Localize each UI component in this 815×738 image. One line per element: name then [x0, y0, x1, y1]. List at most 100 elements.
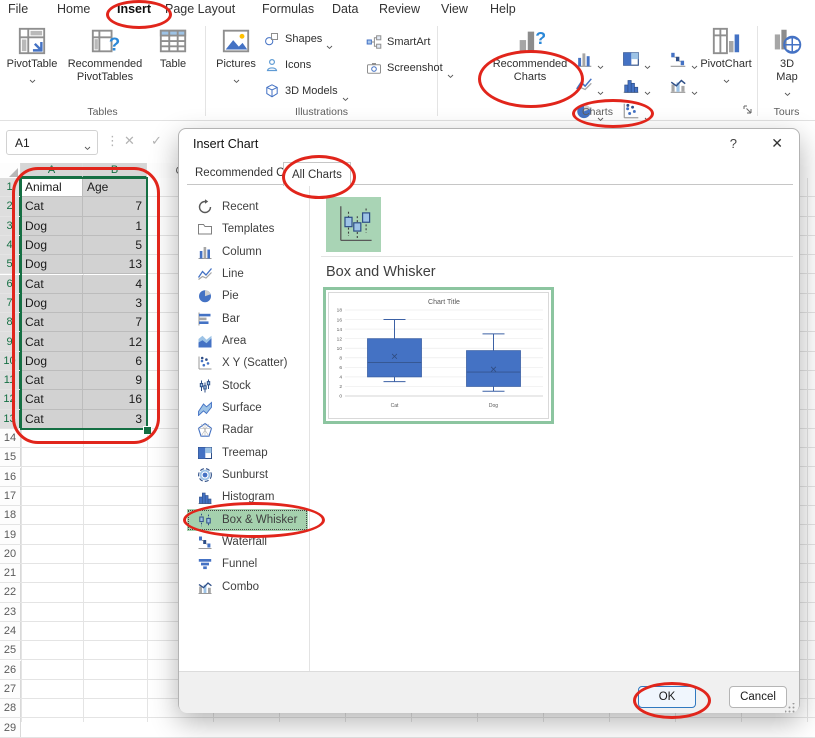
table-button[interactable]: Table: [150, 26, 196, 71]
ribbon-tab-formulas[interactable]: Formulas: [262, 2, 314, 16]
row-header-24[interactable]: 24: [0, 622, 21, 640]
cell-A3[interactable]: Dog: [21, 217, 83, 236]
chart-type-bar[interactable]: Bar: [187, 308, 308, 330]
row-header-23[interactable]: 23: [0, 603, 21, 621]
cell-B9[interactable]: 12: [83, 332, 147, 351]
row-header-15[interactable]: 15: [0, 448, 21, 466]
chart-type-templates[interactable]: Templates: [187, 218, 308, 240]
row-header-3[interactable]: 3: [0, 217, 21, 235]
row-header-10[interactable]: 10: [0, 352, 21, 370]
cell-A7[interactable]: Dog: [21, 294, 83, 313]
row-header-11[interactable]: 11: [0, 371, 21, 389]
tab-all-charts[interactable]: All Charts: [283, 162, 351, 186]
formula-cancel-icon[interactable]: ✕: [124, 133, 135, 149]
ribbon-tab-file[interactable]: File: [8, 2, 28, 16]
shapes-button[interactable]: Shapes: [264, 29, 333, 49]
row-header-26[interactable]: 26: [0, 661, 21, 679]
insert-line-chart-button[interactable]: [575, 76, 604, 94]
3d-models-button[interactable]: 3D Models: [264, 81, 349, 101]
pivottable-button[interactable]: PivotTable: [6, 26, 58, 76]
ribbon-tab-home[interactable]: Home: [57, 2, 90, 16]
pictures-button[interactable]: Pictures: [212, 26, 260, 76]
row-header-13[interactable]: 13: [0, 410, 21, 428]
row-header-22[interactable]: 22: [0, 583, 21, 601]
chart-type-waterfall[interactable]: Waterfall: [187, 531, 308, 553]
chart-preview[interactable]: Chart Title024681012141618CatDog: [323, 287, 554, 424]
3d-map-button[interactable]: 3D Map: [762, 26, 812, 89]
row-header-14[interactable]: 14: [0, 429, 21, 447]
chart-type-combo[interactable]: Combo: [187, 576, 308, 598]
row-header-17[interactable]: 17: [0, 487, 21, 505]
row-header-28[interactable]: 28: [0, 699, 21, 717]
cell-B12[interactable]: 16: [83, 390, 147, 409]
row-header-25[interactable]: 25: [0, 641, 21, 659]
cell-B4[interactable]: 5: [83, 236, 147, 255]
row-header-7[interactable]: 7: [0, 294, 21, 312]
cell-A2[interactable]: Cat: [21, 197, 83, 216]
cell-A10[interactable]: Dog: [21, 352, 83, 371]
ok-button[interactable]: OK: [638, 686, 696, 708]
cell-B11[interactable]: 9: [83, 371, 147, 390]
ribbon-tab-insert[interactable]: Insert: [117, 2, 151, 16]
dialog-close-icon[interactable]: ✕: [771, 135, 783, 152]
chart-type-recent[interactable]: Recent: [187, 196, 308, 218]
cell-B2[interactable]: 7: [83, 197, 147, 216]
ribbon-tab-view[interactable]: View: [441, 2, 468, 16]
row-header-9[interactable]: 9: [0, 332, 21, 350]
cancel-button[interactable]: Cancel: [729, 686, 787, 708]
insert-combo-chart-button[interactable]: [669, 76, 698, 94]
row-header-4[interactable]: 4: [0, 236, 21, 254]
chart-type-histogram[interactable]: Histogram: [187, 486, 308, 508]
row-header-6[interactable]: 6: [0, 275, 21, 293]
chart-type-surface[interactable]: Surface: [187, 397, 308, 419]
row-header-27[interactable]: 27: [0, 680, 21, 698]
chart-type-radar[interactable]: Radar: [187, 419, 308, 441]
cell-B7[interactable]: 3: [83, 294, 147, 313]
cell-A6[interactable]: Cat: [21, 275, 83, 294]
insert-statistic-chart-button[interactable]: [622, 76, 651, 94]
insert-waterfall-chart-button[interactable]: [669, 50, 698, 68]
fill-handle[interactable]: [143, 426, 152, 435]
row-header-12[interactable]: 12: [0, 390, 21, 408]
screenshot-button[interactable]: Screenshot: [366, 58, 454, 78]
row-header-2[interactable]: 2: [0, 197, 21, 215]
ribbon-tab-page-layout[interactable]: Page Layout: [165, 2, 235, 16]
icons-button[interactable]: Icons: [264, 55, 315, 75]
cell-A8[interactable]: Cat: [21, 313, 83, 332]
recommended-charts-button[interactable]: ? Recommended Charts: [487, 26, 573, 84]
pivotchart-button[interactable]: PivotChart: [698, 26, 754, 76]
chart-type-line[interactable]: Line: [187, 263, 308, 285]
chart-type-stock[interactable]: Stock: [187, 375, 308, 397]
dialog-help-icon[interactable]: ?: [730, 136, 737, 151]
chart-type-pie[interactable]: Pie: [187, 285, 308, 307]
ribbon-tab-review[interactable]: Review: [379, 2, 420, 16]
row-header-8[interactable]: 8: [0, 313, 21, 331]
formula-bar-more-icon[interactable]: ⋮: [106, 133, 119, 149]
row-header-5[interactable]: 5: [0, 255, 21, 273]
cell-A12[interactable]: Cat: [21, 390, 83, 409]
name-box[interactable]: A1: [6, 130, 98, 155]
cell-B8[interactable]: 7: [83, 313, 147, 332]
recommended-pivottables-button[interactable]: ? Recommended PivotTables: [60, 26, 150, 84]
insert-column-chart-button[interactable]: [575, 50, 604, 68]
cell-B13[interactable]: 3: [83, 410, 147, 429]
row-header-19[interactable]: 19: [0, 525, 21, 543]
smartart-button[interactable]: SmartArt: [366, 32, 434, 52]
cell-B1[interactable]: Age: [83, 178, 147, 197]
cell-A13[interactable]: Cat: [21, 410, 83, 429]
charts-dialog-launcher[interactable]: [742, 102, 753, 113]
row-header-21[interactable]: 21: [0, 564, 21, 582]
row-header-16[interactable]: 16: [0, 468, 21, 486]
cell-A9[interactable]: Cat: [21, 332, 83, 351]
cell-A5[interactable]: Dog: [21, 255, 83, 274]
row-header-29[interactable]: 29: [0, 718, 21, 736]
ribbon-tab-help[interactable]: Help: [490, 2, 516, 16]
resize-grip[interactable]: [785, 700, 795, 710]
cell-B5[interactable]: 13: [83, 255, 147, 274]
row-header-20[interactable]: 20: [0, 545, 21, 563]
insert-hierarchy-chart-button[interactable]: [622, 50, 651, 68]
chart-type-column[interactable]: Column: [187, 241, 308, 263]
box-whisker-subtype-thumbnail[interactable]: [326, 197, 381, 252]
row-header-1[interactable]: 1: [0, 178, 21, 196]
chart-type-x-y-scatter[interactable]: X Y (Scatter): [187, 352, 308, 374]
